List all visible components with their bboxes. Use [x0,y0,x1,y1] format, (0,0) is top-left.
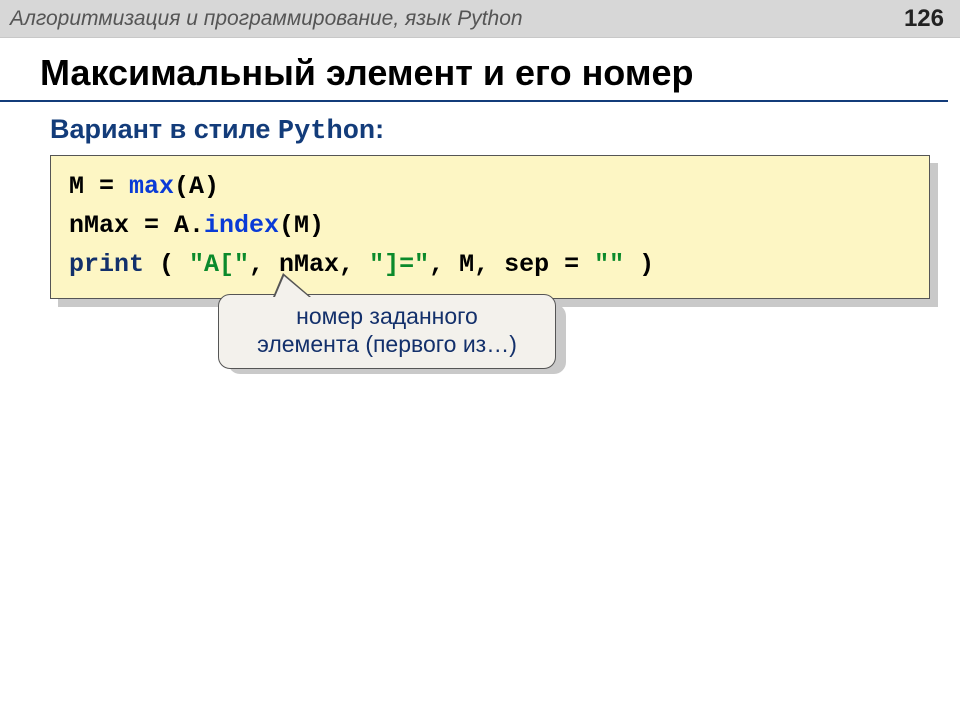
code-line-1: M = max(A) [69,168,911,207]
callout-box: номер заданного элемента (первого из…) [218,294,556,369]
code-token-string: "A[" [189,250,249,279]
code-block: M = max(A) nMax = A.index(M) print ( "A[… [50,155,930,299]
code-token: ( [144,250,189,279]
code-token: M = [69,172,129,201]
callout: номер заданного элемента (первого из…) [218,294,556,369]
code-token: (A) [174,172,219,201]
callout-line-1: номер заданного [233,303,541,331]
subtitle-prefix: Вариант в стиле [50,114,278,144]
code-box: M = max(A) nMax = A.index(M) print ( "A[… [50,155,930,299]
code-token-string: "" [594,250,624,279]
slide-title: Максимальный элемент и его номер [0,38,948,102]
page-number: 126 [904,5,944,33]
code-token: nMax = A. [69,211,204,240]
code-token: (M) [279,211,324,240]
code-token-keyword: max [129,172,174,201]
code-token: , M, sep = [429,250,594,279]
code-token: ) [624,250,654,279]
subtitle-suffix: : [375,114,384,144]
code-token-keyword: index [204,211,279,240]
code-line-2: nMax = A.index(M) [69,207,911,246]
subtitle-mono: Python [278,117,375,147]
code-token-keyword: print [69,250,144,279]
callout-line-2: элемента (первого из…) [233,331,541,359]
course-title: Алгоритмизация и программирование, язык … [10,7,523,31]
subtitle: Вариант в стиле Python: [0,110,960,155]
code-line-3: print ( "A[", nMax, "]=", M, sep = "" ) [69,246,911,285]
header-bar: Алгоритмизация и программирование, язык … [0,0,960,38]
code-token-string: "]=" [369,250,429,279]
